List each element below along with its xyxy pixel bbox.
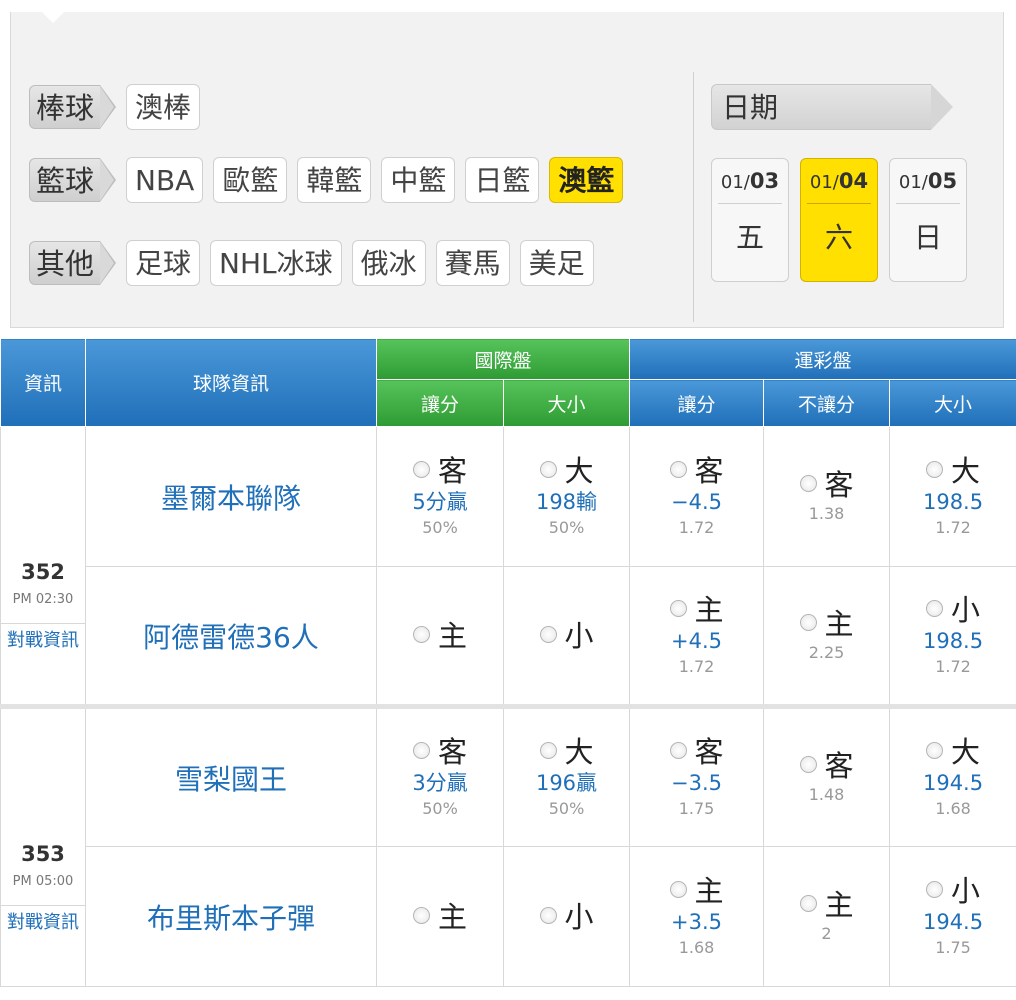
radio-icon[interactable] [539, 625, 557, 643]
radio-icon[interactable] [799, 755, 817, 773]
team-name: 阿德雷德36人 [85, 566, 377, 707]
header-intl-spread: 讓分 [376, 379, 504, 427]
category-basketball: 籃球 [29, 158, 117, 202]
game-number: 352 [21, 559, 65, 584]
radio-icon[interactable] [539, 460, 557, 478]
radio-icon[interactable] [926, 599, 944, 617]
radio-icon[interactable] [412, 906, 430, 924]
radio-icon[interactable] [669, 460, 687, 478]
filter-panel: 棒球 澳棒 籃球 NBA 歐籃 韓籃 中籃 日籃 澳籃 其他 足球 NHL冰球 … [10, 11, 1004, 328]
bet-intl-spread[interactable]: 客 5分贏 50% [376, 426, 504, 567]
league-chip-china-basketball[interactable]: 中籃 [381, 157, 456, 203]
game-time: PM 05:00 [12, 873, 74, 889]
bet-lot-spread[interactable]: 主 +4.5 1.72 [629, 566, 765, 707]
team-name: 雪梨國王 [85, 704, 377, 847]
league-chip-horse-racing[interactable]: 賽馬 [435, 240, 510, 286]
category-other: 其他 [29, 241, 117, 285]
bet-lot-moneyline[interactable]: 客 1.38 [763, 426, 891, 567]
date-option-0105[interactable]: 01/05 日 [889, 158, 967, 282]
team-name: 墨爾本聯隊 [85, 426, 377, 567]
panel-divider [693, 72, 694, 322]
weekday-text: 五 [735, 221, 764, 254]
radio-icon[interactable] [799, 613, 817, 631]
bet-lot-spread[interactable]: 客 −4.5 1.72 [629, 426, 765, 567]
bet-lot-total[interactable]: 大 198.5 1.72 [889, 426, 1016, 567]
league-chip-aus-baseball[interactable]: 澳棒 [126, 84, 201, 130]
radio-icon[interactable] [539, 906, 557, 924]
header-intl-total: 大小 [502, 379, 631, 427]
bet-lot-total[interactable]: 小 194.5 1.75 [889, 846, 1016, 987]
radio-icon[interactable] [412, 741, 430, 759]
header-intl: 國際盤 [375, 338, 631, 380]
panel-notch [41, 11, 65, 23]
radio-icon[interactable] [799, 894, 817, 912]
date-text: 01/03 [718, 169, 782, 204]
bet-intl-total[interactable]: 小 [502, 846, 631, 987]
bet-intl-spread[interactable]: 主 [376, 566, 504, 707]
date-option-0103[interactable]: 01/03 五 [711, 158, 789, 282]
game-info-352: 352 PM 02:30 對戰資訊 [0, 426, 86, 707]
game-number: 353 [21, 841, 65, 866]
radio-icon[interactable] [669, 741, 687, 759]
radio-icon[interactable] [926, 880, 944, 898]
radio-icon[interactable] [926, 460, 944, 478]
bet-intl-total[interactable]: 大 198輸 50% [502, 426, 631, 567]
weekday-text: 日 [913, 221, 942, 254]
table-row: 阿德雷德36人 主 小 主 +4.5 1.72 主 2.25 小 198.5 1… [1, 566, 1016, 707]
matchup-info-link[interactable]: 對戰資訊 [1, 904, 85, 934]
date-text: 01/04 [807, 169, 871, 204]
header-lot-moneyline: 不讓分 [763, 379, 891, 427]
radio-icon[interactable] [412, 625, 430, 643]
league-chip-american-football[interactable]: 美足 [519, 240, 594, 286]
filter-row-baseball: 棒球 澳棒 [29, 84, 210, 130]
radio-icon[interactable] [669, 599, 687, 617]
category-baseball: 棒球 [29, 85, 117, 129]
league-chip-japan-basketball[interactable]: 日籃 [465, 157, 540, 203]
league-chip-nhl[interactable]: NHL冰球 [210, 240, 342, 286]
bet-lot-spread[interactable]: 主 +3.5 1.68 [629, 846, 765, 987]
odds-table: 資訊 球隊資訊 國際盤 運彩盤 讓分 大小 讓分 不讓分 大小 352 PM 0… [0, 338, 1016, 987]
league-chip-korea-basketball[interactable]: 韓籃 [297, 157, 372, 203]
bet-intl-total[interactable]: 小 [502, 566, 631, 707]
filter-row-basketball: 籃球 NBA 歐籃 韓籃 中籃 日籃 澳籃 [29, 157, 633, 203]
header-team: 球隊資訊 [85, 338, 377, 427]
bet-lot-total[interactable]: 大 194.5 1.68 [889, 704, 1016, 847]
header-info: 資訊 [0, 338, 86, 427]
table-row: 353 PM 05:00 對戰資訊 雪梨國王 客 3分贏 50% 大 196贏 … [0, 704, 1016, 987]
bet-intl-spread[interactable]: 客 3分贏 50% [376, 704, 504, 847]
header-lot-total: 大小 [889, 379, 1016, 427]
team-name: 布里斯本子彈 [85, 846, 377, 987]
radio-icon[interactable] [926, 741, 944, 759]
header-lot-spread: 讓分 [629, 379, 765, 427]
table-row: 布里斯本子彈 主 小 主 +3.5 1.68 主 2 小 194.5 1.75 [1, 846, 1016, 987]
date-label: 日期 [711, 84, 953, 130]
header-sport-lottery: 運彩盤 [629, 338, 1016, 380]
table-row: 352 PM 02:30 對戰資訊 墨爾本聯隊 客 5分贏 50% 大 198輸… [0, 426, 1016, 707]
league-chip-aus-basketball[interactable]: 澳籃 [549, 157, 624, 203]
filter-row-other: 其他 足球 NHL冰球 俄冰 賽馬 美足 [29, 240, 604, 286]
matchup-info-link[interactable]: 對戰資訊 [1, 622, 85, 652]
game-time: PM 02:30 [12, 591, 74, 607]
bet-intl-spread[interactable]: 主 [376, 846, 504, 987]
bet-lot-moneyline[interactable]: 主 2 [763, 846, 891, 987]
bet-lot-moneyline[interactable]: 主 2.25 [763, 566, 891, 707]
date-text: 01/05 [896, 169, 960, 204]
radio-icon[interactable] [799, 474, 817, 492]
radio-icon[interactable] [669, 880, 687, 898]
date-option-0104[interactable]: 01/04 六 [800, 158, 878, 282]
weekday-text: 六 [824, 221, 853, 254]
league-chip-euro-basketball[interactable]: 歐籃 [213, 157, 288, 203]
bet-lot-moneyline[interactable]: 客 1.48 [763, 704, 891, 847]
radio-icon[interactable] [412, 460, 430, 478]
bet-intl-total[interactable]: 大 196贏 50% [502, 704, 631, 847]
league-chip-russia-hockey[interactable]: 俄冰 [351, 240, 426, 286]
radio-icon[interactable] [539, 741, 557, 759]
bet-lot-spread[interactable]: 客 −3.5 1.75 [629, 704, 765, 847]
bet-lot-total[interactable]: 小 198.5 1.72 [889, 566, 1016, 707]
game-info-353: 353 PM 05:00 對戰資訊 [0, 704, 86, 987]
league-chip-nba[interactable]: NBA [126, 157, 204, 203]
league-chip-soccer[interactable]: 足球 [126, 240, 201, 286]
